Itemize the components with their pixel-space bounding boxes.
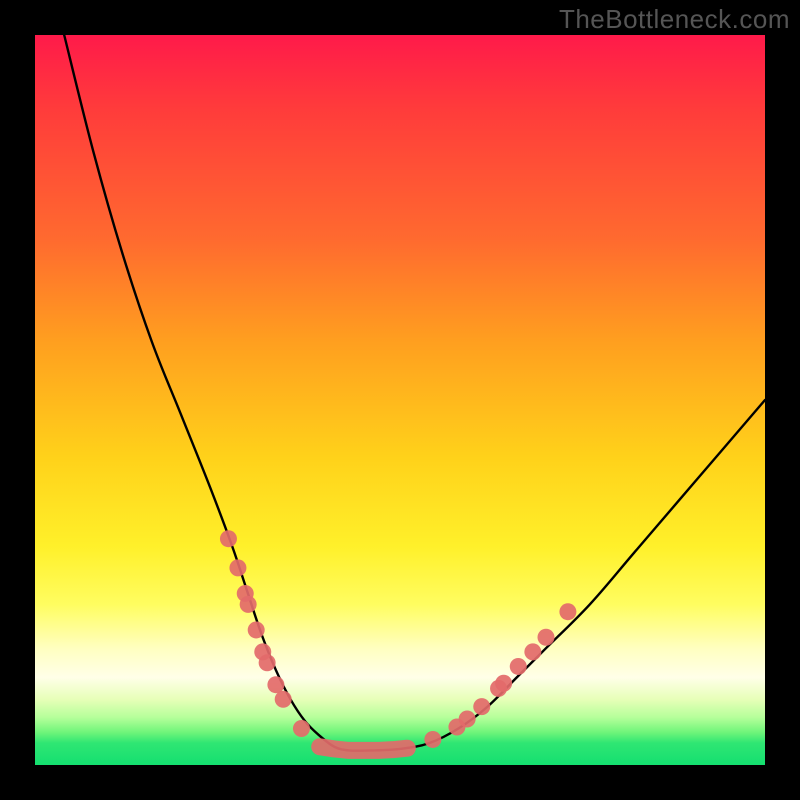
marker-dot bbox=[559, 603, 576, 620]
marker-dot bbox=[524, 643, 541, 660]
marker-dot bbox=[240, 596, 257, 613]
curve-layer bbox=[35, 35, 765, 765]
chart-frame: TheBottleneck.com bbox=[0, 0, 800, 800]
bottleneck-curve bbox=[64, 35, 765, 751]
marker-dot bbox=[220, 530, 237, 547]
marker-dot bbox=[538, 629, 555, 646]
marker-dot bbox=[259, 654, 276, 671]
marker-dot bbox=[459, 711, 476, 728]
watermark-text: TheBottleneck.com bbox=[559, 4, 790, 35]
marker-dot bbox=[275, 691, 292, 708]
marker-dot bbox=[510, 658, 527, 675]
marker-dot bbox=[229, 559, 246, 576]
marker-dot bbox=[267, 676, 284, 693]
marker-dot bbox=[424, 731, 441, 748]
plot-area bbox=[35, 35, 765, 765]
marker-dot bbox=[293, 720, 310, 737]
marker-dot bbox=[495, 675, 512, 692]
marker-dot bbox=[473, 698, 490, 715]
marker-bottom-strip bbox=[320, 747, 408, 751]
marker-dot bbox=[248, 621, 265, 638]
